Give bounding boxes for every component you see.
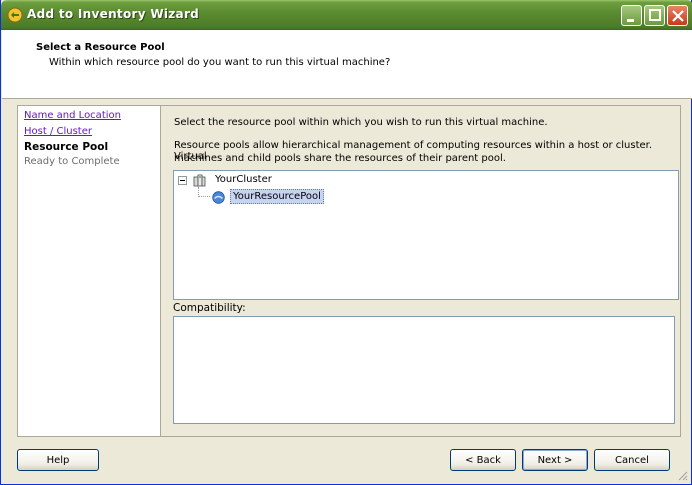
tree-connector — [198, 196, 210, 198]
resource-pool-tree[interactable]: YourCluster YourResourcePool — [173, 170, 679, 300]
window-title: Add to Inventory Wizard — [27, 7, 200, 21]
app-icon — [7, 7, 23, 23]
wizard-steps-panel: Name and Location Host / Cluster Resourc… — [17, 105, 161, 437]
maximize-icon — [649, 9, 661, 21]
back-button[interactable]: < Back — [450, 449, 516, 471]
help-button[interactable]: Help — [17, 449, 99, 471]
resource-pool-icon — [212, 191, 225, 204]
step-host-cluster[interactable]: Host / Cluster — [24, 126, 92, 137]
page-title: Select a Resource Pool — [36, 42, 165, 53]
close-icon — [672, 10, 684, 22]
title-bar[interactable]: Add to Inventory Wizard — [1, 0, 692, 30]
minimize-icon — [627, 19, 634, 22]
description-line-2: machines and child pools share the resou… — [174, 153, 506, 164]
close-button[interactable] — [667, 5, 688, 26]
collapse-toggle[interactable] — [178, 176, 187, 185]
resize-grip-icon[interactable] — [676, 469, 688, 481]
tree-item-cluster[interactable]: YourCluster — [215, 174, 272, 185]
cluster-icon — [193, 174, 206, 187]
cancel-button[interactable]: Cancel — [594, 449, 670, 471]
compatibility-box — [173, 316, 675, 424]
tree-item-resource-pool[interactable]: YourResourcePool — [230, 189, 324, 204]
intro-text: Select the resource pool within which yo… — [174, 117, 548, 128]
minimize-button[interactable] — [621, 5, 642, 26]
next-button[interactable]: Next > — [522, 449, 588, 471]
step-ready-to-complete: Ready to Complete — [24, 156, 120, 167]
compatibility-label: Compatibility: — [173, 302, 246, 314]
wizard-header: Select a Resource Pool Within which reso… — [2, 30, 692, 99]
wizard-window: Add to Inventory Wizard Select a Resourc… — [0, 0, 692, 485]
step-name-and-location[interactable]: Name and Location — [24, 110, 121, 121]
page-subtitle: Within which resource pool do you want t… — [49, 57, 391, 68]
step-resource-pool: Resource Pool — [24, 141, 109, 153]
maximize-button[interactable] — [644, 5, 665, 26]
